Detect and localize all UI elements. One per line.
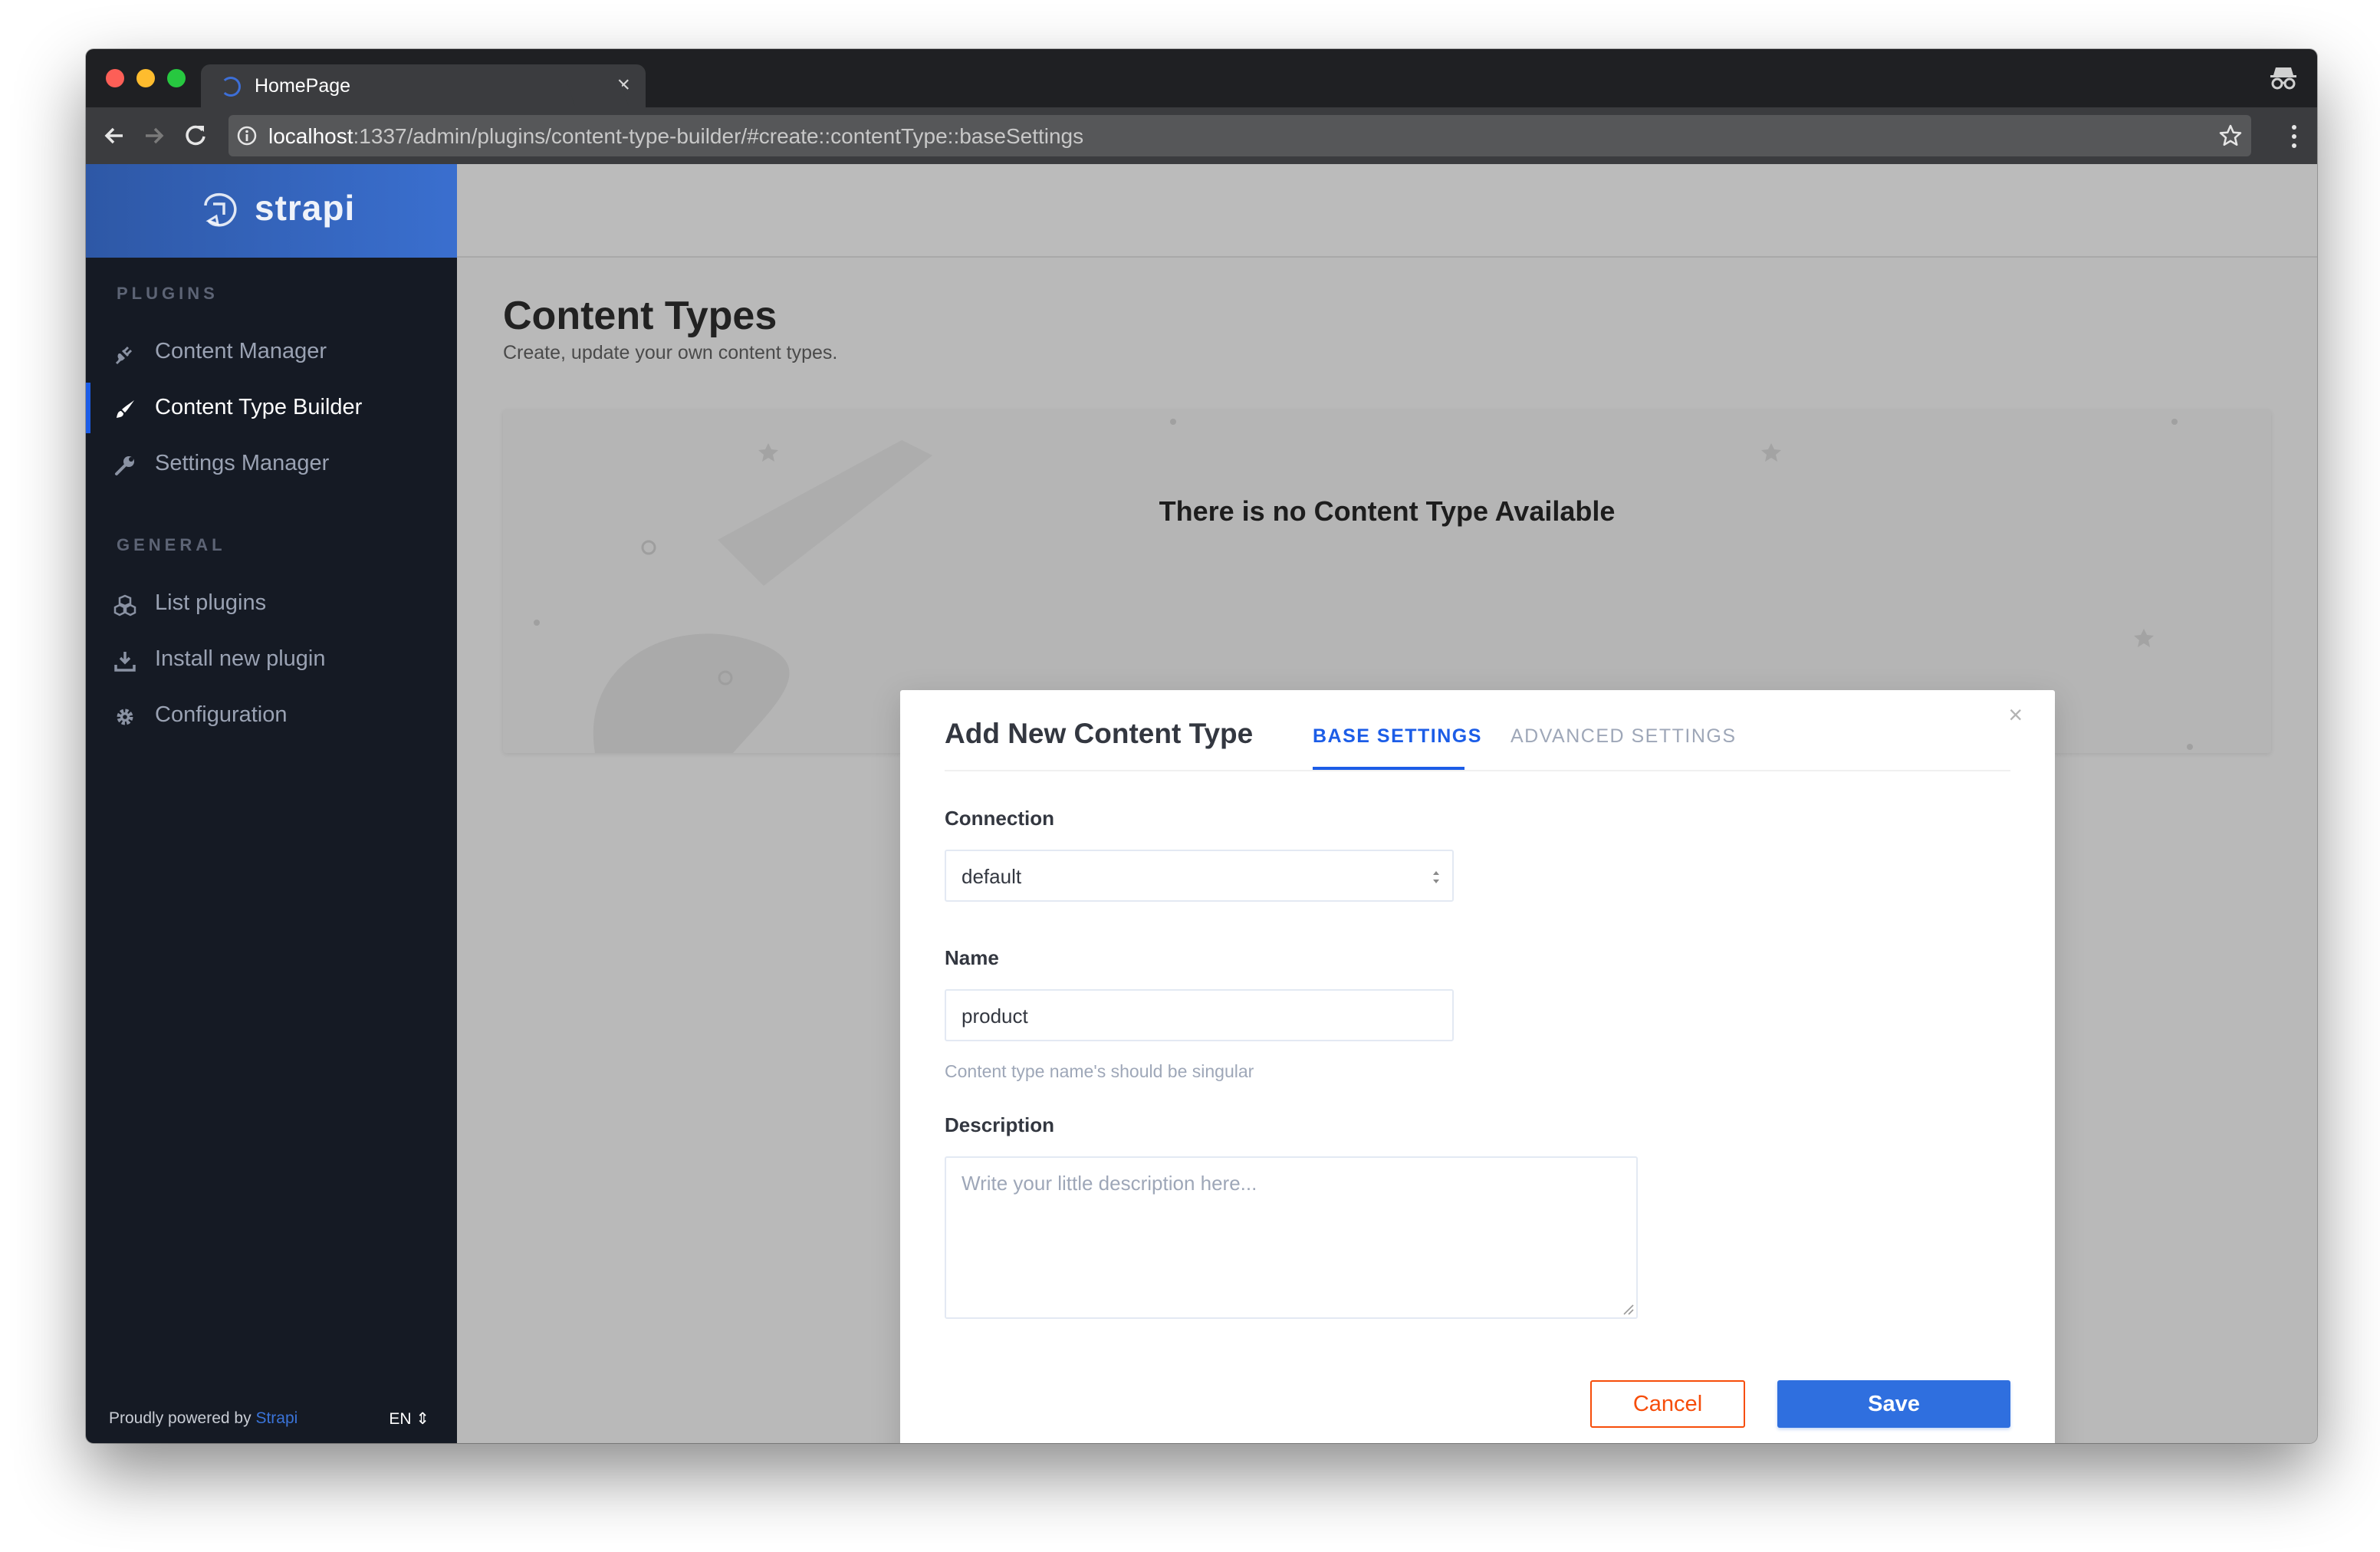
cubes-icon xyxy=(113,594,136,617)
sidebar-footer: Proudly powered by Strapi EN ⇕ xyxy=(86,1397,457,1443)
name-value: product xyxy=(962,1005,1028,1028)
download-icon xyxy=(114,652,136,672)
new-tab-button[interactable] xyxy=(566,80,629,106)
select-arrows-icon xyxy=(1433,871,1439,883)
description-placeholder: Write your little description here... xyxy=(962,1172,1257,1195)
url-host: localhost xyxy=(268,124,353,148)
bookmark-star-icon[interactable] xyxy=(2217,123,2244,149)
sidebar-item-content-type-builder[interactable]: Content Type Builder xyxy=(86,383,457,433)
browser-titlebar: HomePage × xyxy=(86,49,2317,107)
forward-arrow-icon[interactable] xyxy=(140,121,169,150)
sidebar-item-content-manager[interactable]: Content Manager xyxy=(86,327,457,377)
info-icon[interactable] xyxy=(236,125,258,146)
description-textarea[interactable]: Write your little description here... xyxy=(945,1156,1638,1319)
powered-by-text: Proudly powered by Strapi xyxy=(109,1409,298,1428)
general-section-title: GENERAL xyxy=(117,535,226,554)
connection-select[interactable]: default xyxy=(945,850,1454,902)
close-window-button[interactable] xyxy=(106,69,124,87)
name-hint: Content type name's should be singular xyxy=(945,1061,1254,1081)
url-path: :1337/admin/plugins/content-type-builder… xyxy=(353,124,1084,148)
language-value: EN xyxy=(389,1410,412,1428)
sidebar-item-list-plugins[interactable]: List plugins xyxy=(86,578,457,629)
save-button[interactable]: Save xyxy=(1777,1380,2010,1428)
browser-menu-icon[interactable] xyxy=(2290,123,2299,150)
back-arrow-icon[interactable] xyxy=(100,121,129,150)
plugins-section-title: PLUGINS xyxy=(117,284,219,303)
empty-state-title: There is no Content Type Available xyxy=(1159,495,1616,527)
sidebar-item-settings-manager[interactable]: Settings Manager xyxy=(86,439,457,489)
page-title: Content Types xyxy=(503,294,777,338)
add-content-type-modal: × Add New Content Type BASE SETTINGS ADV… xyxy=(900,690,2055,1443)
page-subtitle: Create, update your own content types. xyxy=(503,342,838,363)
description-label: Description xyxy=(945,1113,1055,1136)
sidebar: strapi PLUGINS Content Manager Content T… xyxy=(86,164,457,1443)
sidebar-item-label: Install new plugin xyxy=(155,646,326,671)
sidebar-item-label: List plugins xyxy=(155,590,267,615)
sidebar-item-install-new-plugin[interactable]: Install new plugin xyxy=(86,634,457,685)
sidebar-item-label: Content Manager xyxy=(155,339,327,363)
connection-value: default xyxy=(962,865,1022,888)
powered-by-label: Proudly powered by xyxy=(109,1409,256,1427)
strapi-logo-icon xyxy=(204,192,237,227)
sidebar-item-configuration[interactable]: Configuration xyxy=(86,690,457,741)
language-selector[interactable]: EN ⇕ xyxy=(389,1409,429,1429)
paint-brush-icon xyxy=(117,400,134,418)
tab-title: HomePage xyxy=(255,75,351,97)
plug-icon xyxy=(115,346,133,365)
minimize-window-button[interactable] xyxy=(136,69,155,87)
cancel-button[interactable]: Cancel xyxy=(1590,1380,1745,1428)
browser-window: HomePage × localhost:1337/admin/plugins/… xyxy=(86,49,2317,1443)
name-input[interactable]: product xyxy=(945,989,1454,1041)
strapi-link[interactable]: Strapi xyxy=(255,1409,298,1427)
brand-header[interactable]: strapi xyxy=(86,164,457,258)
favicon-icon xyxy=(221,77,241,97)
reload-icon[interactable] xyxy=(181,121,210,150)
sidebar-item-label: Settings Manager xyxy=(155,451,330,475)
tab-advanced-settings[interactable]: ADVANCED SETTINGS xyxy=(1511,725,1737,748)
browser-toolbar: localhost:1337/admin/plugins/content-typ… xyxy=(86,107,2317,164)
main-header xyxy=(457,164,2317,258)
resize-grip-icon[interactable] xyxy=(1621,1302,1635,1316)
url-text: localhost:1337/admin/plugins/content-typ… xyxy=(268,124,1083,149)
incognito-icon xyxy=(2270,67,2296,90)
tab-base-settings[interactable]: BASE SETTINGS xyxy=(1313,725,1482,748)
brand-name: strapi xyxy=(255,188,356,228)
strapi-admin: strapi PLUGINS Content Manager Content T… xyxy=(86,164,2317,1443)
name-label: Name xyxy=(945,946,999,969)
wrench-icon xyxy=(115,456,134,475)
address-bar[interactable]: localhost:1337/admin/plugins/content-typ… xyxy=(228,115,2251,156)
modal-header: Add New Content Type BASE SETTINGS ADVAN… xyxy=(945,690,2010,771)
modal-title: Add New Content Type xyxy=(945,718,1254,749)
close-icon[interactable]: × xyxy=(2008,701,2023,729)
maximize-window-button[interactable] xyxy=(167,69,186,87)
connection-label: Connection xyxy=(945,807,1054,830)
sidebar-item-label: Content Type Builder xyxy=(155,395,363,419)
sidebar-item-label: Configuration xyxy=(155,702,288,727)
gear-icon xyxy=(117,709,133,725)
active-tab-indicator xyxy=(1313,767,1464,770)
sort-arrows-icon: ⇕ xyxy=(416,1410,429,1428)
